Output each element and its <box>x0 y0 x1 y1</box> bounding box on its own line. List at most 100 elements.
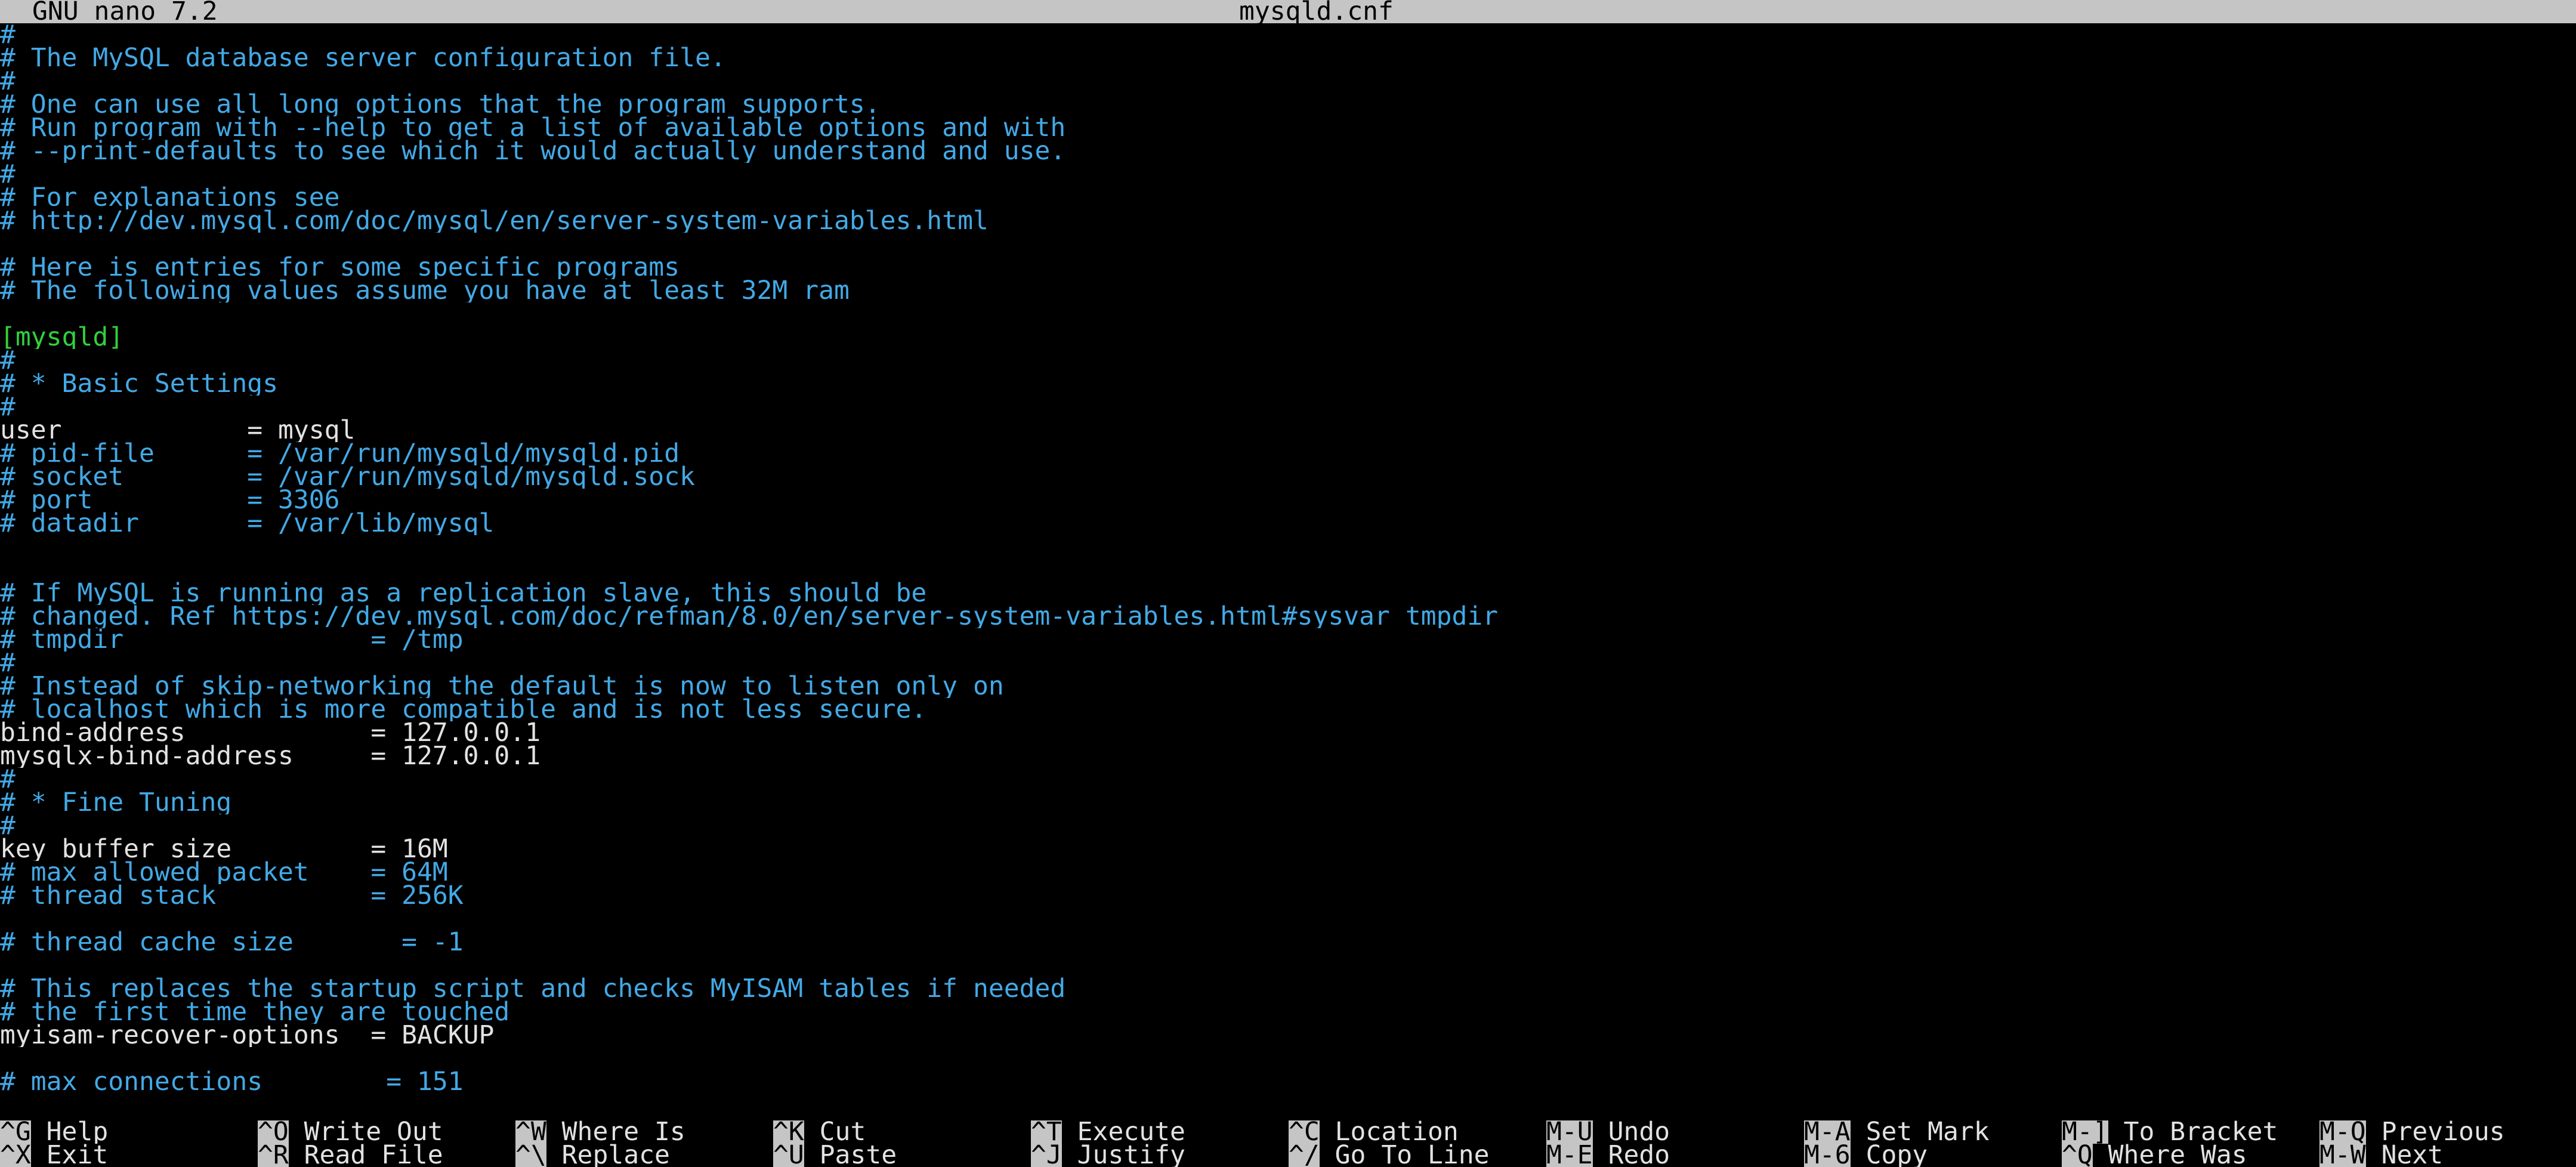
config-line[interactable] <box>0 535 2576 558</box>
comment-line[interactable]: # <box>0 396 2576 419</box>
comment-line[interactable]: # * Fine Tuning <box>0 791 2576 814</box>
config-line[interactable] <box>0 302 2576 326</box>
shortcut-key: ^C <box>1289 1120 1320 1144</box>
shortcut-key: ^W <box>515 1120 546 1144</box>
config-line[interactable]: key_buffer_size = 16M <box>0 838 2576 861</box>
comment-line[interactable]: # <box>0 652 2576 675</box>
shortcut-key: M-Q <box>2319 1120 2366 1144</box>
config-line[interactable] <box>0 954 2576 977</box>
comment-line[interactable]: # If MySQL is running as a replication s… <box>0 582 2576 605</box>
shortcut-key: ^U <box>773 1144 804 1167</box>
comment-line[interactable]: # --print-defaults to see which it would… <box>0 140 2576 163</box>
shortcut-label: Where Was <box>2108 1144 2247 1167</box>
shortcut-exit[interactable]: ^X Exit <box>0 1144 258 1167</box>
shortcut-execute[interactable]: ^T Execute <box>1031 1120 1289 1144</box>
comment-line[interactable]: # changed. Ref https://dev.mysql.com/doc… <box>0 605 2576 628</box>
shortcut-key: ^R <box>258 1144 289 1167</box>
shortcut-label: Where Is <box>561 1120 685 1144</box>
shortcut-key: M-A <box>1804 1120 1851 1144</box>
shortcut-to-bracket[interactable]: M-] To Bracket <box>2062 1120 2319 1144</box>
comment-line[interactable]: # max_allowed_packet = 64M <box>0 861 2576 884</box>
config-line[interactable] <box>0 233 2576 256</box>
comment-line[interactable]: # max_connections = 151 <box>0 1070 2576 1094</box>
shortcut-redo[interactable]: M-E Redo <box>1546 1144 1804 1167</box>
shortcut-label: Write Out <box>304 1120 443 1144</box>
shortcut-undo[interactable]: M-U Undo <box>1546 1120 1804 1144</box>
shortcut-copy[interactable]: M-6 Copy <box>1804 1144 2062 1167</box>
shortcut-bar: ^G Help ^O Write Out ^W Where Is ^K Cut ^T E… <box>0 1120 2576 1167</box>
shortcut-key: M-] <box>2062 1120 2108 1144</box>
shortcut-label: Redo <box>1608 1144 1670 1167</box>
config-section-header[interactable]: [mysqld] <box>0 326 2576 349</box>
shortcut-write-out[interactable]: ^O Write Out <box>258 1120 515 1144</box>
shortcut-where-was[interactable]: ^Q Where Was <box>2062 1144 2319 1167</box>
shortcut-key: M-6 <box>1804 1144 1851 1167</box>
shortcut-where-is[interactable]: ^W Where Is <box>515 1120 773 1144</box>
comment-line[interactable]: # Instead of skip-networking the default… <box>0 675 2576 698</box>
comment-line[interactable]: # <box>0 70 2576 93</box>
shortcut-next[interactable]: M-W Next <box>2319 1144 2576 1167</box>
shortcut-help[interactable]: ^G Help <box>0 1120 258 1144</box>
comment-line[interactable]: # pid-file = /var/run/mysqld/mysqld.pid <box>0 442 2576 465</box>
config-line[interactable]: mysqlx-bind-address = 127.0.0.1 <box>0 745 2576 768</box>
shortcut-label: Cut <box>819 1120 866 1144</box>
comment-line[interactable]: # This replaces the startup script and c… <box>0 977 2576 1001</box>
comment-line[interactable]: # datadir = /var/lib/mysql <box>0 512 2576 535</box>
app-version: GNU nano 7.2 <box>32 0 218 23</box>
comment-line[interactable]: # http://dev.mysql.com/doc/mysql/en/serv… <box>0 209 2576 233</box>
shortcut-label: Exit <box>46 1144 109 1167</box>
config-line[interactable] <box>0 558 2576 582</box>
shortcut-go-to-line[interactable]: ^/ Go To Line <box>1289 1144 1546 1167</box>
shortcut-label: Copy <box>1865 1144 1928 1167</box>
shortcut-label: Justify <box>1077 1144 1185 1167</box>
shortcut-cut[interactable]: ^K Cut <box>773 1120 1031 1144</box>
comment-line[interactable]: # For explanations see <box>0 186 2576 209</box>
comment-line[interactable]: # <box>0 163 2576 186</box>
comment-line[interactable]: # localhost which is more compatible and… <box>0 698 2576 721</box>
shortcut-replace[interactable]: ^\ Replace <box>515 1144 773 1167</box>
shortcut-label: Next <box>2381 1144 2444 1167</box>
shortcut-label: To Bracket <box>2123 1120 2278 1144</box>
file-name: mysqld.cnf <box>1239 0 1394 23</box>
comment-line[interactable]: # thread_cache_size = -1 <box>0 931 2576 954</box>
comment-line[interactable]: # port = 3306 <box>0 489 2576 512</box>
shortcut-label: Go To Line <box>1335 1144 1490 1167</box>
config-line[interactable]: bind-address = 127.0.0.1 <box>0 721 2576 745</box>
shortcut-location[interactable]: ^C Location <box>1289 1120 1546 1144</box>
comment-line[interactable]: # The following values assume you have a… <box>0 279 2576 302</box>
shortcut-justify[interactable]: ^J Justify <box>1031 1144 1289 1167</box>
comment-line[interactable]: # Run program with --help to get a list … <box>0 116 2576 140</box>
comment-line[interactable]: # One can use all long options that the … <box>0 93 2576 116</box>
shortcut-set-mark[interactable]: M-A Set Mark <box>1804 1120 2062 1144</box>
comment-line[interactable]: # thread_stack = 256K <box>0 884 2576 907</box>
comment-line[interactable]: # socket = /var/run/mysqld/mysqld.sock <box>0 465 2576 489</box>
shortcut-previous[interactable]: M-Q Previous <box>2319 1120 2576 1144</box>
shortcut-key: M-W <box>2319 1144 2366 1167</box>
config-line[interactable]: user = mysql <box>0 419 2576 442</box>
comment-line[interactable]: # The MySQL database server configuratio… <box>0 47 2576 70</box>
shortcut-label: Set Mark <box>1865 1120 1990 1144</box>
shortcut-key: ^T <box>1031 1120 1062 1144</box>
shortcut-label: Previous <box>2381 1120 2505 1144</box>
shortcut-paste[interactable]: ^U Paste <box>773 1144 1031 1167</box>
shortcut-key: ^G <box>0 1120 31 1144</box>
comment-line[interactable]: # Here is entries for some specific prog… <box>0 256 2576 279</box>
comment-line[interactable]: # * Basic Settings <box>0 372 2576 396</box>
config-line[interactable] <box>0 907 2576 931</box>
shortcut-label: Location <box>1335 1120 1459 1144</box>
comment-line[interactable]: # <box>0 349 2576 372</box>
comment-line[interactable]: # <box>0 768 2576 791</box>
shortcut-key: ^/ <box>1289 1144 1320 1167</box>
shortcut-read-file[interactable]: ^R Read File <box>258 1144 515 1167</box>
shortcut-label: Help <box>46 1120 109 1144</box>
shortcut-key: ^O <box>258 1120 289 1144</box>
comment-line[interactable]: # tmpdir = /tmp <box>0 628 2576 652</box>
config-line[interactable]: myisam-recover-options = BACKUP <box>0 1024 2576 1047</box>
comment-line[interactable]: # <box>0 23 2576 47</box>
shortcut-key: ^J <box>1031 1144 1062 1167</box>
config-line[interactable] <box>0 1047 2576 1070</box>
comment-line[interactable]: # the first time they are touched <box>0 1001 2576 1024</box>
comment-line[interactable]: # <box>0 814 2576 838</box>
shortcut-label: Paste <box>819 1144 897 1167</box>
shortcut-key: ^\ <box>515 1144 546 1167</box>
